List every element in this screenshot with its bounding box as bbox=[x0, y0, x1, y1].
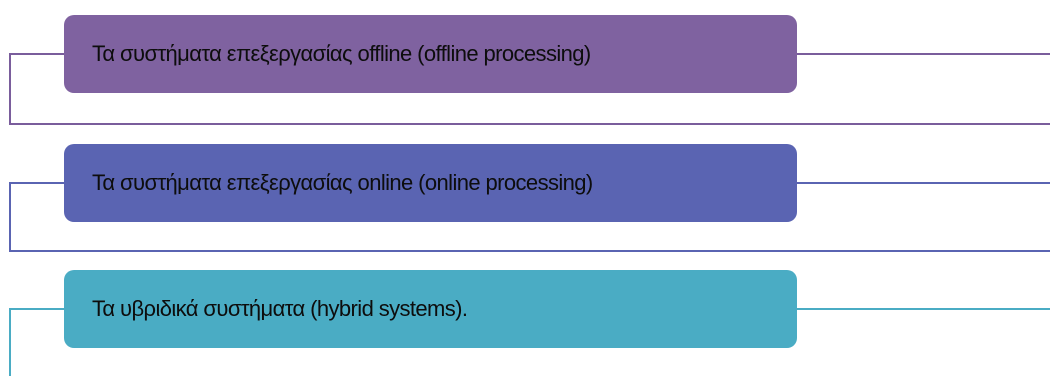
item-box-online: Τα συστήματα επεξεργασίας online (online… bbox=[64, 144, 797, 222]
item-3-left-bracket-line bbox=[9, 308, 64, 376]
item-label-offline: Τα συστήματα επεξεργασίας offline (offli… bbox=[92, 41, 591, 66]
item-box-offline: Τα συστήματα επεξεργασίας offline (offli… bbox=[64, 15, 797, 93]
item-label-online: Τα συστήματα επεξεργασίας online (online… bbox=[92, 170, 593, 195]
item-box-hybrid: Τα υβριδικά συστήματα (hybrid systems). bbox=[64, 270, 797, 348]
list-diagram: Τα συστήματα επεξεργασίας offline (offli… bbox=[0, 0, 1050, 376]
item-label-hybrid: Τα υβριδικά συστήματα (hybrid systems). bbox=[92, 296, 468, 321]
